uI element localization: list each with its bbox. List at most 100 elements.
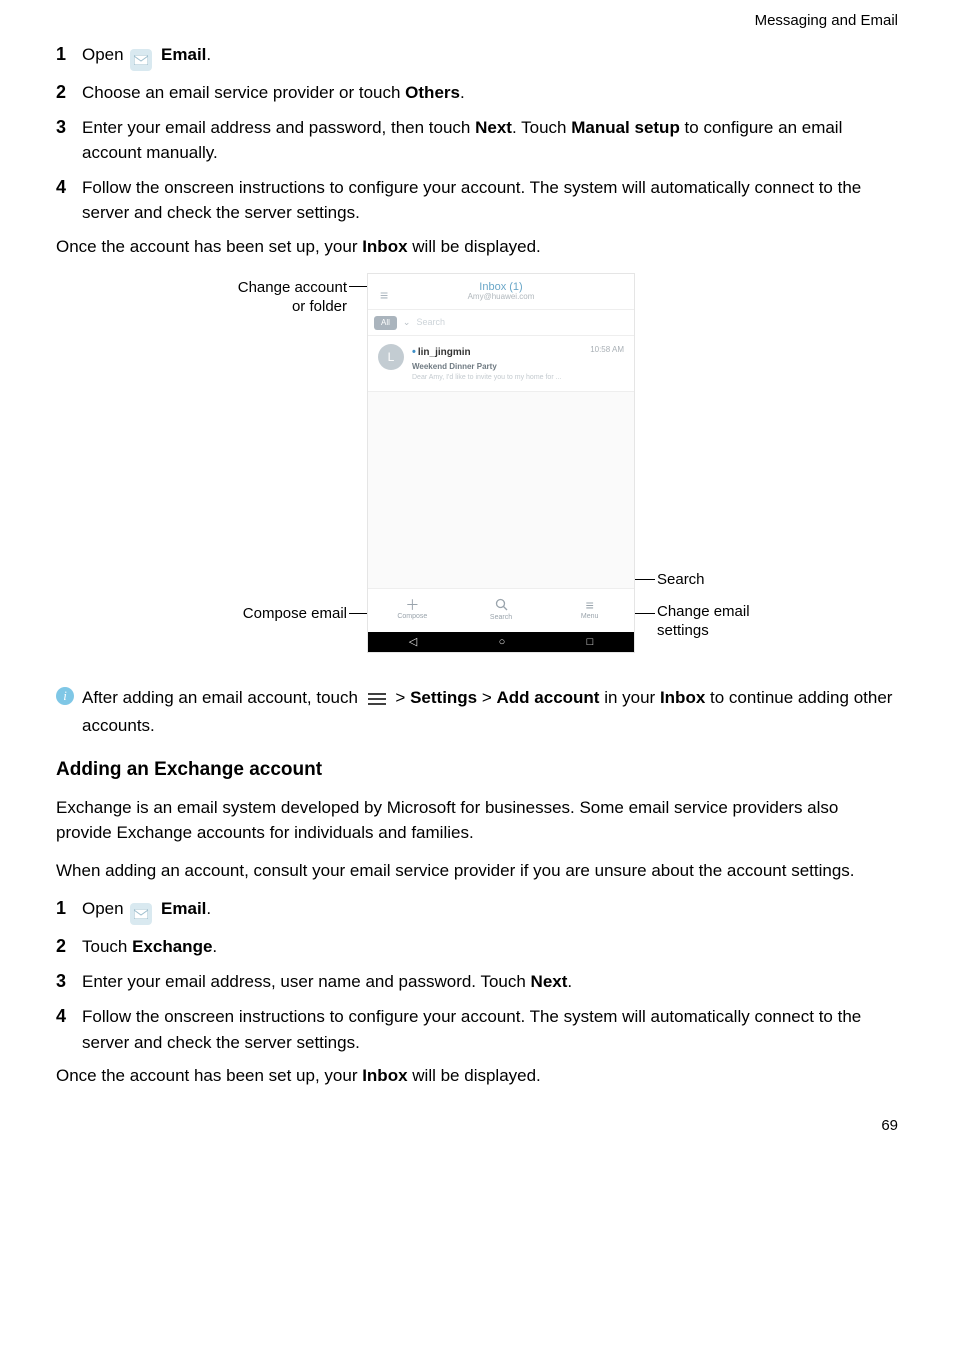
mail-text: •lin_jingmin 10:58 AM Weekend Dinner Par…: [412, 344, 624, 383]
step-body: Open Email.: [82, 895, 898, 925]
mail-time: 10:58 AM: [590, 344, 624, 361]
steps-list-2: 1 Open Email. 2 Touch Exchange. 3 Enter …: [56, 895, 898, 1055]
mail-subject: Weekend Dinner Party: [412, 361, 624, 373]
screen-subtitle: Amy@huawei.com: [468, 293, 535, 302]
hamburger-menu-icon: [368, 687, 386, 713]
menu-icon: ≡: [586, 598, 594, 612]
screen-topbar: ≡ Inbox (1) Amy@huawei.com: [368, 274, 634, 310]
bold: Inbox: [660, 688, 705, 707]
tab-search[interactable]: Search: [457, 589, 546, 632]
callout-compose-email: Compose email: [197, 605, 347, 624]
text: Enter your email address, user name and …: [82, 972, 531, 991]
paragraph: When adding an account, consult your ema…: [56, 858, 898, 884]
email-app-icon: [130, 49, 152, 71]
step-number: 2: [56, 933, 82, 960]
step-body: Follow the onscreen instructions to conf…: [82, 1003, 898, 1055]
step-number: 1: [56, 41, 82, 68]
callout-change-settings: Change emailsettings: [657, 603, 750, 641]
text: After adding an email account, touch: [82, 688, 363, 707]
annotated-figure: Change accountor folder Compose email Se…: [197, 273, 757, 663]
step-number: 3: [56, 114, 82, 141]
mail-list-item[interactable]: L •lin_jingmin 10:58 AM Weekend Dinner P…: [368, 336, 634, 392]
bold: Others: [405, 83, 460, 102]
step-body: Enter your email address and password, t…: [82, 114, 898, 166]
chevron-down-icon[interactable]: ⌄: [403, 316, 411, 330]
step-number: 3: [56, 968, 82, 995]
info-text: After adding an email account, touch > S…: [82, 685, 898, 738]
nav-home-icon[interactable]: ○: [499, 634, 506, 651]
step-body: Open Email.: [82, 41, 898, 71]
step-body: Touch Exchange.: [82, 933, 898, 960]
step-number: 2: [56, 79, 82, 106]
bold: Next: [531, 972, 568, 991]
text: Choose an email service provider or touc…: [82, 83, 405, 102]
tab-compose[interactable]: ＋ Compose: [368, 589, 457, 632]
bold: Inbox: [362, 1066, 407, 1085]
text: .: [206, 899, 211, 918]
step-number: 1: [56, 895, 82, 922]
bold: Exchange: [132, 937, 212, 956]
text: .: [212, 937, 217, 956]
text: .: [567, 972, 572, 991]
bold: Next: [475, 118, 512, 137]
mail-sender: •lin_jingmin: [412, 344, 471, 361]
info-note: i After adding an email account, touch >…: [56, 685, 898, 738]
info-icon: i: [56, 687, 74, 705]
phone-screen: ≡ Inbox (1) Amy@huawei.com All ⌄ Search …: [367, 273, 635, 653]
tab-label: Menu: [581, 612, 599, 623]
tab-menu[interactable]: ≡ Menu: [545, 589, 634, 632]
text: Follow the onscreen instructions to conf…: [82, 178, 861, 223]
outro-paragraph-1: Once the account has been set up, your I…: [56, 234, 898, 260]
nav-back-icon[interactable]: ◁: [409, 634, 417, 651]
steps-list-1: 1 Open Email. 2 Choose an email service …: [56, 41, 898, 226]
nav-recent-icon[interactable]: □: [587, 634, 594, 651]
text: will be displayed.: [408, 237, 541, 256]
text: will be displayed.: [408, 1066, 541, 1085]
bold: Add account: [497, 688, 600, 707]
step-body: Choose an email service provider or touc…: [82, 79, 898, 106]
bold: Email: [161, 45, 206, 64]
screen-bottom-tabs: ＋ Compose Search ≡ Menu: [368, 588, 634, 632]
section-header: Messaging and Email: [56, 10, 898, 33]
outro-paragraph-2: Once the account has been set up, your I…: [56, 1063, 898, 1089]
plus-icon: ＋: [405, 598, 419, 612]
text: >: [477, 688, 496, 707]
email-app-icon: [130, 903, 152, 925]
bold: Inbox: [362, 237, 407, 256]
bold: Email: [161, 899, 206, 918]
step-number: 4: [56, 1003, 82, 1030]
callout-search: Search: [657, 571, 705, 590]
text: >: [395, 688, 410, 707]
sender-name: lin_jingmin: [418, 347, 471, 358]
text: Open: [82, 899, 128, 918]
paragraph: Exchange is an email system developed by…: [56, 795, 898, 846]
page-number: 69: [56, 1115, 898, 1138]
text: . Touch: [512, 118, 571, 137]
text: Open: [82, 45, 128, 64]
mail-snippet: Dear Amy, I'd like to invite you to my h…: [412, 373, 624, 384]
step-number: 4: [56, 174, 82, 201]
tab-label: Compose: [397, 612, 427, 623]
search-placeholder[interactable]: Search: [416, 316, 445, 330]
figure-container: Change accountor folder Compose email Se…: [56, 273, 898, 663]
avatar: L: [378, 344, 404, 370]
tab-label: Search: [490, 613, 512, 624]
text: in your: [599, 688, 659, 707]
text: .: [460, 83, 465, 102]
text: .: [206, 45, 211, 64]
text: Once the account has been set up, your: [56, 1066, 362, 1085]
text: Touch: [82, 937, 132, 956]
screen-title-block: Inbox (1) Amy@huawei.com: [468, 281, 535, 302]
android-nav-keys: ◁ ○ □: [368, 632, 634, 652]
hamburger-icon[interactable]: ≡: [380, 285, 388, 306]
search-icon: [495, 598, 508, 613]
step-body: Enter your email address, user name and …: [82, 968, 898, 995]
screen-filterbar: All ⌄ Search: [368, 310, 634, 336]
heading-exchange: Adding an Exchange account: [56, 756, 898, 785]
step-body: Follow the onscreen instructions to conf…: [82, 174, 898, 226]
filter-chip-all[interactable]: All: [374, 316, 397, 330]
text: Follow the onscreen instructions to conf…: [82, 1007, 861, 1052]
text: Once the account has been set up, your: [56, 237, 362, 256]
callout-change-account: Change accountor folder: [197, 279, 347, 317]
bold: Manual setup: [571, 118, 680, 137]
